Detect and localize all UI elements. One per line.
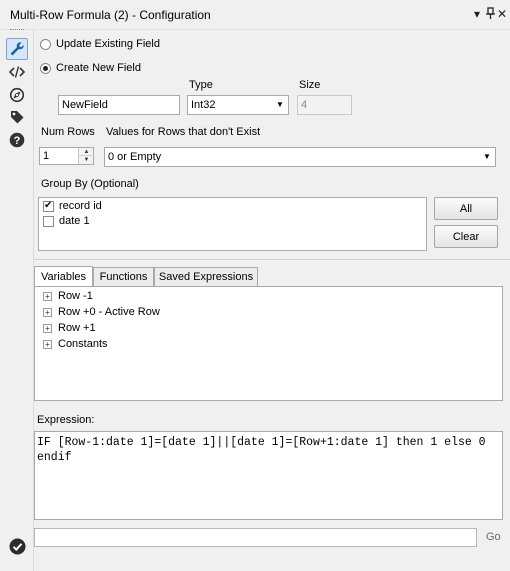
update-existing-label: Update Existing Field xyxy=(56,38,160,50)
section-divider xyxy=(34,259,510,260)
type-label: Type xyxy=(189,79,213,91)
pin-icon xyxy=(486,7,495,19)
type-select-value: Int32 xyxy=(191,99,216,111)
window-title: Multi-Row Formula (2) - Configuration xyxy=(10,8,211,22)
group-by-item-label: date 1 xyxy=(59,215,90,227)
stepper-up-icon[interactable]: ▲ xyxy=(79,148,94,156)
expression-test-input[interactable] xyxy=(34,528,477,547)
nonexistent-rows-value: 0 or Empty xyxy=(108,151,162,163)
tree-item-row-plus-1[interactable]: + Row +1 xyxy=(43,321,96,335)
expand-plus-icon[interactable]: + xyxy=(43,339,52,349)
tool-xml-button[interactable] xyxy=(6,61,28,83)
group-by-checkbox-record-id[interactable] xyxy=(43,200,54,212)
tree-item-label: Constants xyxy=(58,338,108,350)
status-ok-icon xyxy=(9,538,26,555)
stepper-buttons: ▲ ▼ xyxy=(78,148,94,164)
close-button[interactable]: ✕ xyxy=(497,7,507,21)
tab-saved-expressions[interactable]: Saved Expressions xyxy=(154,267,258,286)
wrench-icon xyxy=(10,42,24,56)
nonexistent-rows-label: Values for Rows that don't Exist xyxy=(106,126,261,138)
tree-item-row-active[interactable]: + Row +0 - Active Row xyxy=(43,305,160,319)
create-new-label: Create New Field xyxy=(56,62,141,74)
expand-plus-icon[interactable]: + xyxy=(43,291,52,301)
svg-text:?: ? xyxy=(14,135,21,147)
num-rows-value: 1 xyxy=(43,150,50,162)
select-all-button[interactable]: All xyxy=(434,197,498,220)
expression-editor[interactable]: IF [Row-1:date 1]=[date 1]||[date 1]=[Ro… xyxy=(34,431,503,520)
pin-button[interactable] xyxy=(486,7,495,23)
tool-tag-button[interactable] xyxy=(6,106,28,128)
expand-plus-icon[interactable]: + xyxy=(43,307,52,317)
tool-help-button[interactable]: ? xyxy=(6,129,28,151)
chevron-down-icon: ▼ xyxy=(483,152,491,161)
tree-item-row-minus-1[interactable]: + Row -1 xyxy=(43,289,93,303)
toolbar-grip xyxy=(10,29,24,32)
title-bar: Multi-Row Formula (2) - Configuration ▾ … xyxy=(0,0,510,30)
compass-icon xyxy=(9,87,25,103)
tree-item-constants[interactable]: + Constants xyxy=(43,337,108,351)
tool-annotation-button[interactable] xyxy=(6,84,28,106)
num-rows-label: Num Rows xyxy=(41,126,95,138)
update-existing-radio[interactable] xyxy=(40,39,51,50)
type-select[interactable]: Int32 ▼ xyxy=(187,95,289,115)
tool-configuration-button[interactable] xyxy=(6,38,28,60)
group-by-checkbox-date-1[interactable] xyxy=(43,216,54,227)
tab-functions[interactable]: Functions xyxy=(93,267,154,286)
size-label: Size xyxy=(299,79,321,91)
tab-variables[interactable]: Variables xyxy=(34,266,93,286)
group-by-label: Group By (Optional) xyxy=(41,178,139,190)
window-menu-button[interactable]: ▾ xyxy=(474,7,480,21)
tag-icon xyxy=(11,111,24,124)
help-icon: ? xyxy=(9,132,25,148)
expand-plus-icon[interactable]: + xyxy=(43,323,52,333)
expression-label: Expression: xyxy=(37,414,95,426)
tree-item-label: Row +1 xyxy=(58,322,96,334)
code-icon xyxy=(9,66,25,78)
group-by-item-label: record id xyxy=(59,200,102,212)
tree-item-label: Row +0 - Active Row xyxy=(58,306,160,318)
num-rows-stepper[interactable]: 1 ▲ ▼ xyxy=(39,147,94,165)
stepper-down-icon[interactable]: ▼ xyxy=(79,156,94,164)
go-button[interactable]: Go xyxy=(486,531,501,543)
clear-button[interactable]: Clear xyxy=(434,225,498,248)
nonexistent-rows-select[interactable]: 0 or Empty ▼ xyxy=(104,147,496,167)
size-input[interactable] xyxy=(297,95,352,115)
create-new-radio[interactable] xyxy=(40,63,51,74)
tree-item-label: Row -1 xyxy=(58,290,93,302)
new-field-name-input[interactable] xyxy=(58,95,180,115)
chevron-down-icon: ▼ xyxy=(276,100,284,109)
